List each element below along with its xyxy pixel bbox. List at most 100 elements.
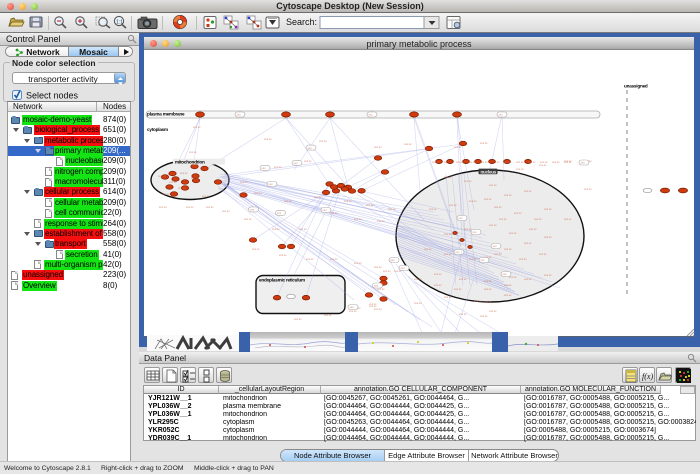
- svg-text:xxx xx: xxx xx: [474, 300, 482, 303]
- svg-text:xxx xx: xxx xx: [424, 248, 432, 251]
- svg-text:xxx xx: xxx xx: [186, 206, 194, 209]
- svg-text:xxx: xxx: [323, 209, 328, 212]
- svg-text:xxx xx: xxx xx: [374, 266, 382, 269]
- svg-text:xxx xx: xxx xx: [432, 161, 440, 164]
- svg-text:xxx xx: xxx xx: [449, 204, 457, 207]
- svg-text:xxx xx: xxx xx: [189, 151, 197, 154]
- svg-text:xxx xx: xxx xx: [383, 270, 391, 273]
- svg-text:xxx xx: xxx xx: [354, 218, 362, 221]
- svg-text:xxx xx: xxx xx: [464, 180, 472, 183]
- svg-text:xxx xx: xxx xx: [454, 146, 462, 149]
- svg-text:xxx xx: xxx xx: [434, 284, 442, 287]
- svg-text:1:1: 1:1: [116, 20, 123, 26]
- svg-text:xxx: xxx: [308, 147, 313, 150]
- svg-text:xxx xx: xxx xx: [330, 258, 338, 261]
- svg-text:xxx xx: xxx xx: [524, 278, 532, 281]
- svg-text:xxx xx: xxx xx: [484, 280, 492, 283]
- svg-text:xxx: xxx: [269, 183, 274, 186]
- svg-text:xxx xx: xxx xx: [330, 212, 338, 215]
- svg-text:xxx: xxx: [401, 267, 406, 270]
- svg-text:xxx: xxx: [277, 212, 282, 215]
- svg-text:xxx xx: xxx xx: [444, 176, 452, 179]
- svg-text:xxx xx: xxx xx: [279, 254, 287, 257]
- svg-text:xxx xx: xxx xx: [284, 200, 292, 203]
- svg-text:Select nodes: Select nodes: [26, 91, 79, 101]
- svg-text:xxx xx: xxx xx: [469, 258, 477, 261]
- svg-text:xxx xx: xxx xx: [354, 262, 362, 265]
- svg-text:Search:: Search:: [286, 17, 317, 27]
- svg-text:xxx xx: xxx xx: [222, 210, 230, 213]
- svg-text:xxx xx: xxx xx: [540, 161, 548, 164]
- svg-text:plasma membrane: plasma membrane: [147, 112, 185, 117]
- svg-text:xxx xx: xxx xx: [272, 228, 280, 231]
- svg-text:xxx: xxx: [350, 306, 355, 309]
- svg-text:xxx xx: xxx xx: [484, 288, 492, 291]
- svg-text:xxx xx: xxx xx: [349, 310, 357, 313]
- svg-text:xxx xx: xxx xx: [519, 258, 527, 261]
- svg-text:xxx xx: xxx xx: [504, 161, 512, 164]
- svg-text:xxx xx: xxx xx: [252, 248, 260, 251]
- svg-text:xxx xx: xxx xx: [544, 236, 552, 239]
- svg-text:xxx xx: xxx xx: [524, 242, 532, 245]
- svg-text:xxx xx: xxx xx: [366, 204, 374, 207]
- svg-text:xxx xx: xxx xx: [324, 314, 332, 317]
- svg-text:xxx xx: xxx xx: [254, 192, 262, 195]
- svg-text:xxx xx: xxx xx: [524, 190, 532, 193]
- svg-text:xxx xx: xxx xx: [377, 288, 385, 291]
- svg-text:xxx xx: xxx xx: [414, 278, 422, 281]
- svg-text:xxx xx: xxx xx: [374, 146, 382, 149]
- svg-text:mitochondrion: mitochondrion: [175, 160, 205, 165]
- svg-text:xxx xx: xxx xx: [159, 206, 167, 209]
- svg-text:xxx xx: xxx xx: [456, 161, 464, 164]
- svg-text:xxx xx: xxx xx: [206, 206, 214, 209]
- svg-text:xxx xx: xxx xx: [314, 196, 322, 199]
- svg-text:xxx xx: xxx xx: [369, 303, 377, 306]
- svg-text:nucleus: nucleus: [481, 169, 497, 174]
- svg-text:xxx xx: xxx xx: [444, 253, 452, 256]
- svg-text:xxx xx: xxx xx: [374, 308, 382, 311]
- svg-text:xxx xx: xxx xx: [528, 161, 536, 164]
- svg-text:xxx xx: xxx xx: [480, 315, 488, 318]
- svg-text:xxx xx: xxx xx: [169, 181, 177, 184]
- svg-text:xxx xx: xxx xx: [459, 313, 467, 316]
- svg-text:xxx xx: xxx xx: [178, 187, 186, 190]
- svg-text:xxx xx: xxx xx: [544, 208, 552, 211]
- svg-text:xxx xx: xxx xx: [544, 274, 552, 277]
- svg-text:xxx xx: xxx xx: [494, 253, 502, 256]
- svg-text:xxx xx: xxx xx: [499, 218, 507, 221]
- svg-text:xxx: xxx: [262, 167, 267, 170]
- svg-text:xxx xx: xxx xx: [489, 184, 497, 187]
- svg-text:xxx xx: xxx xx: [240, 181, 248, 184]
- svg-text:xxx: xxx: [250, 209, 255, 212]
- svg-text:xxx xx: xxx xx: [514, 212, 522, 215]
- svg-text:xxx xx: xxx xx: [180, 172, 188, 175]
- svg-text:xxx xx: xxx xx: [504, 248, 512, 251]
- svg-text:xxx xx: xxx xx: [552, 161, 560, 164]
- svg-text:xxx xx: xxx xx: [529, 228, 537, 231]
- svg-text:xxx xx: xxx xx: [504, 284, 512, 287]
- svg-text:xxx xx: xxx xx: [539, 164, 547, 167]
- svg-text:f(x): f(x): [642, 372, 653, 381]
- svg-text:xxx xx: xxx xx: [414, 302, 422, 305]
- svg-text:cytoplasm: cytoplasm: [147, 127, 168, 132]
- svg-text:xxx xx: xxx xx: [193, 126, 201, 129]
- svg-text:unassigned: unassigned: [624, 84, 648, 89]
- svg-text:xxx: xxx: [237, 114, 242, 117]
- svg-text:xxx xx: xxx xx: [516, 161, 524, 164]
- svg-text:xxx xx: xxx xx: [489, 224, 497, 227]
- svg-text:xxx xx: xxx xx: [494, 206, 502, 209]
- svg-text:xxx xx: xxx xx: [344, 200, 352, 203]
- svg-text:xxx: xxx: [456, 251, 461, 254]
- svg-text:xxx xx: xxx xx: [484, 198, 492, 201]
- svg-text:xxx xx: xxx xx: [464, 228, 472, 231]
- svg-text:xxx xx: xxx xx: [306, 258, 314, 261]
- svg-text:xxx xx: xxx xx: [534, 218, 542, 221]
- svg-text:xxx: xxx: [581, 162, 586, 165]
- svg-text:xxx xx: xxx xx: [274, 166, 282, 169]
- svg-text:xxx xx: xxx xx: [162, 193, 170, 196]
- svg-text:xxx xx: xxx xx: [504, 194, 512, 197]
- svg-text:xxx xx: xxx xx: [244, 218, 252, 221]
- svg-text:xxx: xxx: [391, 259, 396, 262]
- svg-text:xxx xx: xxx xx: [564, 161, 572, 164]
- svg-text:xxx xx: xxx xx: [469, 200, 477, 203]
